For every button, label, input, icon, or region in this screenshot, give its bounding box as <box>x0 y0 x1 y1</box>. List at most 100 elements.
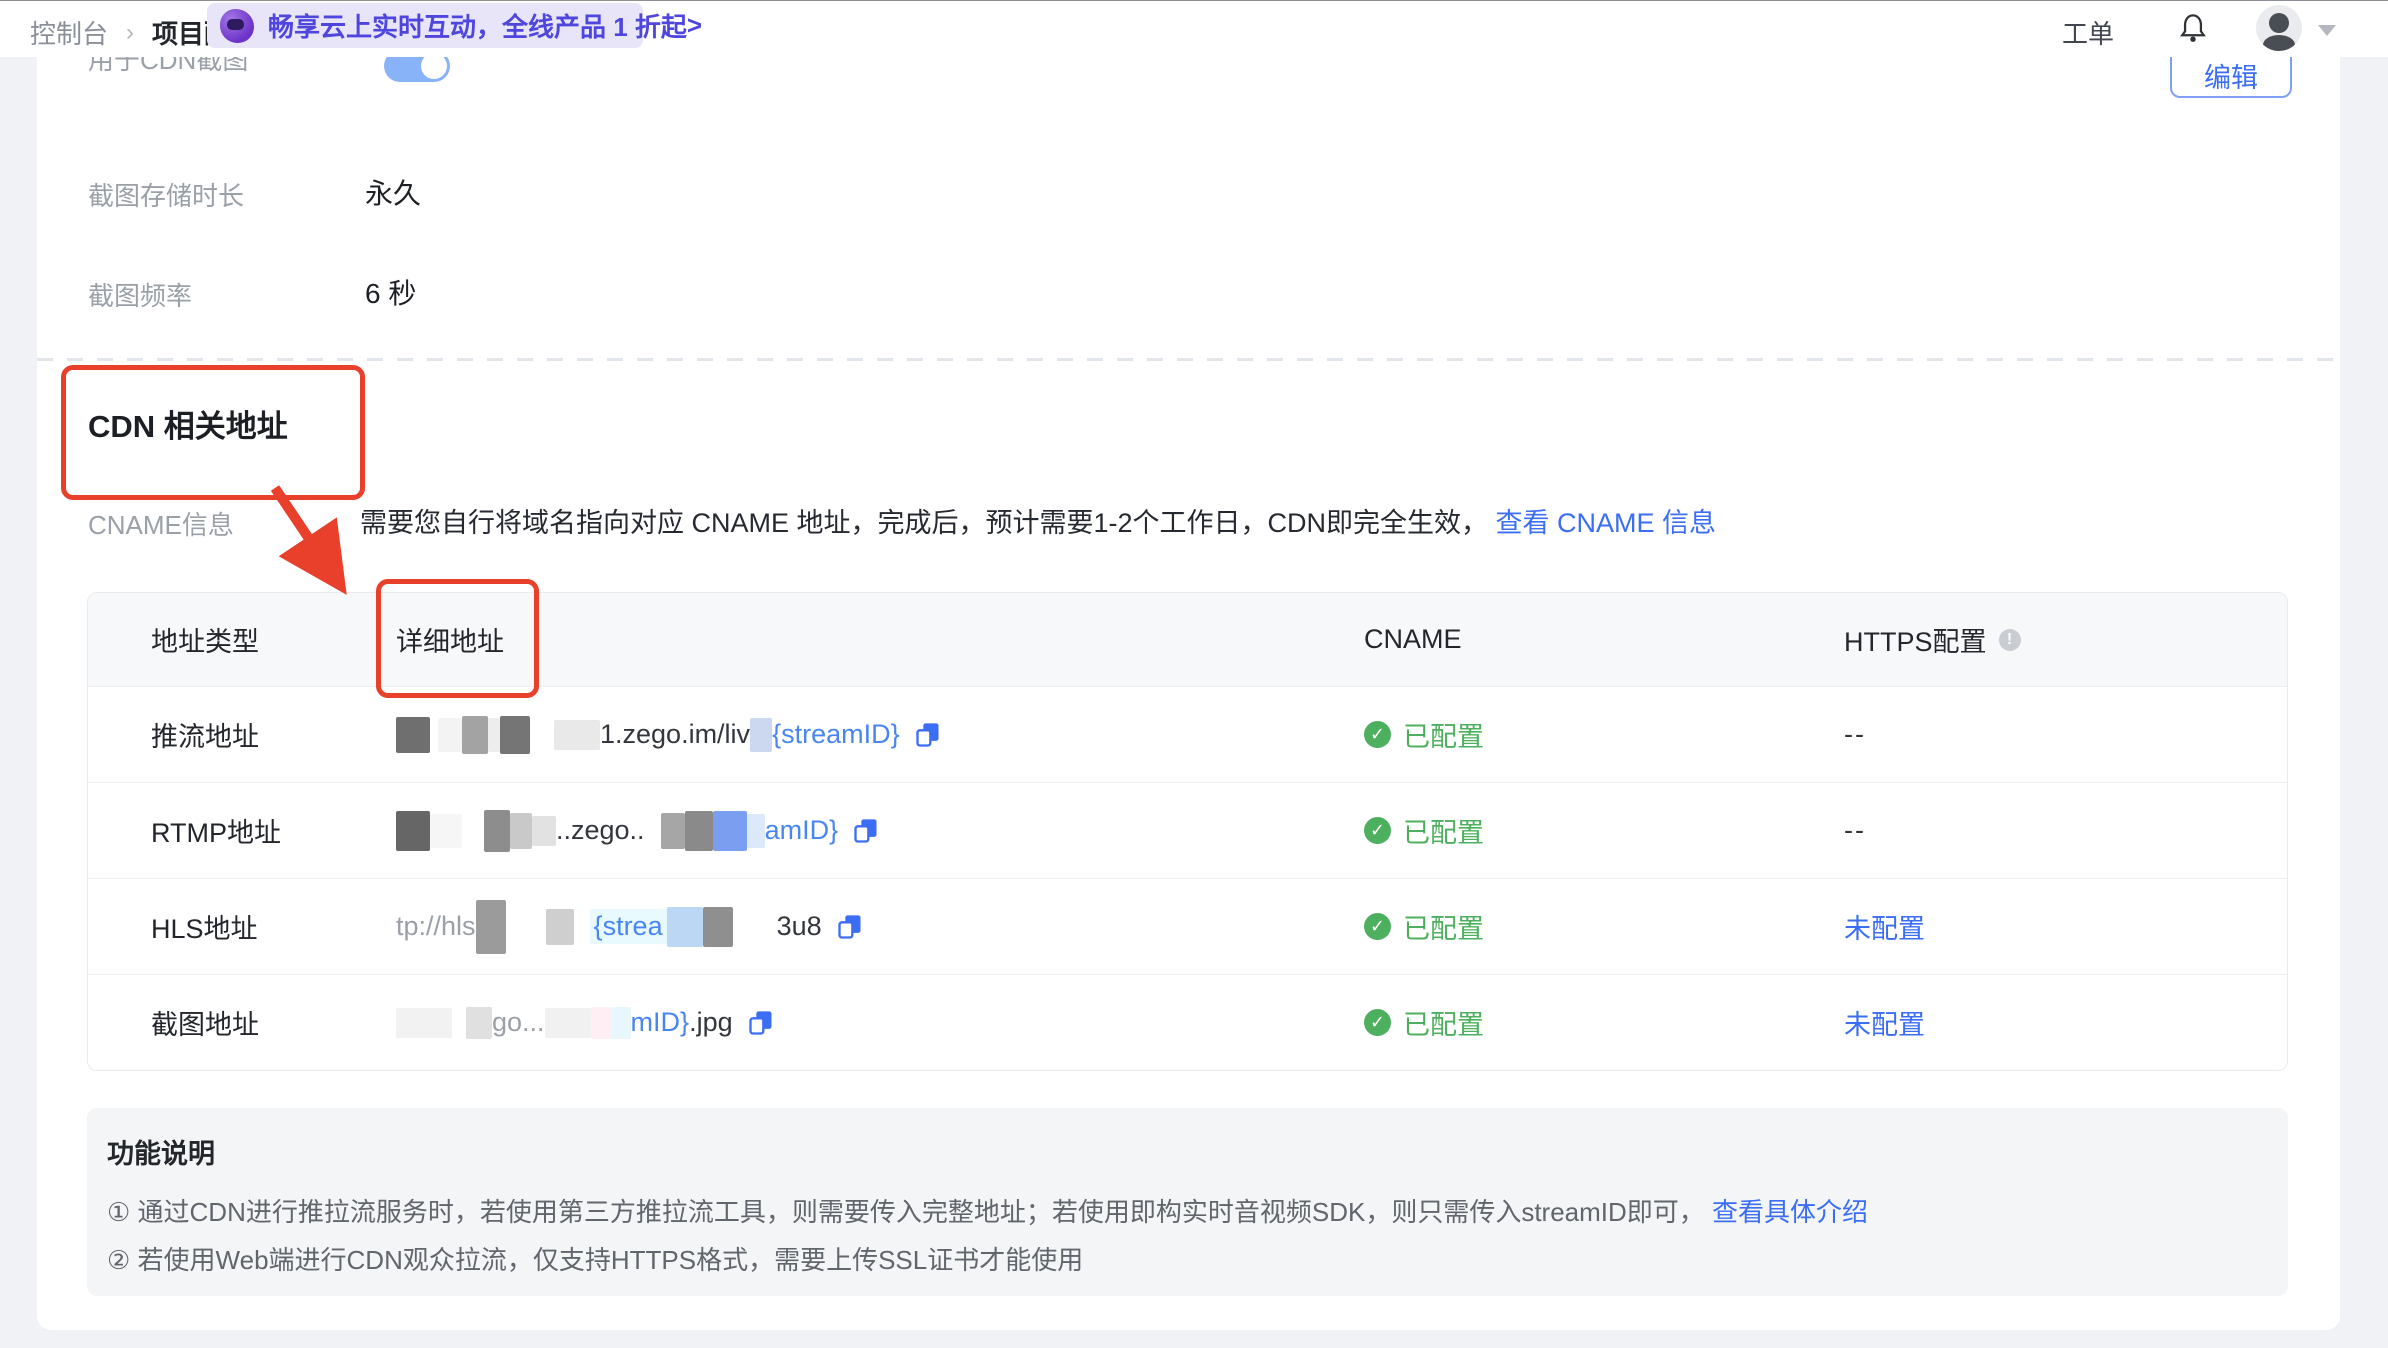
setting-label-screenshot-frequency: 截图频率 <box>88 281 193 311</box>
row-cname-status: ✓ 已配置 <box>1301 715 1781 754</box>
cdn-section-title: CDN 相关地址 <box>88 409 288 444</box>
url-stream-var: mID} <box>630 1007 690 1037</box>
row-cname-status: ✓ 已配置 <box>1301 811 1781 850</box>
row-detail-url: tp://hls {strea 3u8 <box>333 899 1301 954</box>
header-cname: CNAME <box>1364 624 1462 654</box>
redaction-block <box>438 717 462 752</box>
feature-notes-box: 功能说明 ① 通过CDN进行推拉流服务时，若使用第三方推拉流工具，则需要传入完整… <box>87 1108 2288 1296</box>
row-cname-status: ✓ 已配置 <box>1301 907 1781 946</box>
header-address-type: 地址类型 <box>151 627 259 657</box>
copy-icon[interactable] <box>914 721 942 749</box>
url-fragment: tp://hls <box>396 911 476 941</box>
redaction-block <box>554 719 600 750</box>
redaction-block <box>544 1007 591 1038</box>
redaction-block <box>750 717 773 752</box>
dashed-divider <box>37 358 2340 361</box>
redaction-block <box>712 810 747 851</box>
avatar-head <box>2269 13 2289 33</box>
setting-label-storage-duration: 截图存储时长 <box>88 181 245 211</box>
https-configure-link[interactable]: 未配置 <box>1844 1003 1925 1042</box>
url-fragment: ..zego.. <box>556 815 645 845</box>
row-type: HLS地址 <box>151 914 258 944</box>
row-https-status: 未配置 <box>1781 1003 2287 1042</box>
promo-banner[interactable]: 畅享云上实时互动，全线产品 1 折起 > <box>207 3 702 48</box>
cname-info-label: CNAME信息 <box>88 510 234 540</box>
redaction-block <box>430 813 462 848</box>
setting-value-storage-duration: 永久 <box>365 178 422 209</box>
redaction-block <box>466 1006 492 1039</box>
row-type: RTMP地址 <box>151 818 282 848</box>
ticket-link[interactable]: 工单 <box>2062 14 2114 51</box>
row-https-status: -- <box>1844 815 1866 845</box>
green-check-icon: ✓ <box>1364 913 1391 940</box>
redaction-block <box>396 810 430 851</box>
redaction-block <box>396 1007 452 1038</box>
url-tail: .jpg <box>689 1007 733 1037</box>
redaction-block <box>545 908 574 945</box>
redaction-block <box>590 1006 611 1039</box>
row-https-status: -- <box>1844 719 1866 749</box>
cname-desc-text: 需要您自行将域名指向对应 CNAME 地址，完成后，预计需要1-2个工作日，CD… <box>360 508 1489 538</box>
url-stream-var: {strea <box>589 909 667 944</box>
header-https-config: HTTPS配置 ! <box>1781 620 2287 659</box>
topbar: 控制台 › 项目配置 畅享云上实时互动，全线产品 1 折起 > 工单 <box>0 0 2388 57</box>
redaction-block <box>510 812 532 849</box>
redaction-block <box>702 906 733 947</box>
https-configure-link[interactable]: 未配置 <box>1844 907 1925 946</box>
redaction-block <box>746 813 765 848</box>
table-row: RTMP地址 ..zego.. amID} ✓ 已配置 -- <box>88 782 2287 878</box>
view-details-link[interactable]: 查看具体介绍 <box>1712 1197 1868 1227</box>
copy-icon[interactable] <box>747 1009 775 1037</box>
redaction-block <box>462 715 488 754</box>
cdn-address-table: 地址类型 详细地址 CNAME HTTPS配置 ! 推流地址 1.zego.im… <box>87 592 2288 1071</box>
chevron-down-icon[interactable] <box>2318 25 2336 36</box>
cname-description: 需要您自行将域名指向对应 CNAME 地址，完成后，预计需要1-2个工作日，CD… <box>360 501 1716 540</box>
redaction-block <box>488 717 500 752</box>
view-cname-link[interactable]: 查看 CNAME 信息 <box>1496 508 1717 538</box>
url-fragment: 1.zego.im/liv <box>600 719 751 749</box>
green-check-icon: ✓ <box>1364 721 1391 748</box>
redaction-block <box>532 815 556 846</box>
table-row: 截图地址 go... mID} .jpg ✓ 已配置 未配置 <box>88 974 2287 1070</box>
notes-line-1: ① 通过CDN进行推拉流服务时，若使用第三方推拉流工具，则需要传入完整地址；若使… <box>107 1197 1869 1227</box>
notes-line-2: ② 若使用Web端进行CDN观众拉流，仅支持HTTPS格式，需要上传SSL证书才… <box>107 1245 1084 1275</box>
notification-bell-icon[interactable] <box>2176 11 2210 47</box>
row-detail-url: ..zego.. amID} <box>333 809 1301 852</box>
redaction-block <box>475 899 506 954</box>
row-https-status: 未配置 <box>1781 907 2287 946</box>
notes-title: 功能说明 <box>107 1139 215 1169</box>
copy-icon[interactable] <box>852 817 880 845</box>
row-type: 推流地址 <box>151 722 259 752</box>
redaction-block <box>660 812 685 849</box>
row-cname-status: ✓ 已配置 <box>1301 1003 1781 1042</box>
redaction-block <box>500 715 530 754</box>
redaction-block <box>484 809 510 852</box>
url-stream-var: amID} <box>764 815 839 845</box>
row-detail-url: go... mID} .jpg <box>333 1006 1301 1039</box>
setting-value-screenshot-frequency: 6 秒 <box>365 278 417 309</box>
url-fragment: go... <box>492 1007 545 1037</box>
chevron-right-icon: › <box>126 18 135 46</box>
redaction-block <box>684 810 713 851</box>
copy-icon[interactable] <box>836 913 864 941</box>
avatar-body <box>2263 35 2295 51</box>
url-tail: 3u8 <box>776 911 822 941</box>
redaction-block <box>610 1006 631 1039</box>
info-exclamation-icon[interactable]: ! <box>1998 628 2021 651</box>
table-row: 推流地址 1.zego.im/liv {streamID} ✓ 已配置 -- <box>88 686 2287 782</box>
avatar[interactable] <box>2256 5 2302 51</box>
green-check-icon: ✓ <box>1364 1009 1391 1036</box>
header-detail-address: 详细地址 <box>396 627 504 657</box>
row-detail-url: 1.zego.im/liv {streamID} <box>333 715 1301 754</box>
redaction-block <box>396 716 430 753</box>
breadcrumb-console[interactable]: 控制台 <box>30 14 108 51</box>
mascot-icon <box>220 8 254 43</box>
redaction-block <box>666 906 703 947</box>
green-check-icon: ✓ <box>1364 817 1391 844</box>
row-type: 截图地址 <box>151 1010 259 1040</box>
table-row: HLS地址 tp://hls {strea 3u8 ✓ 已配置 未配置 <box>88 878 2287 974</box>
url-stream-var: {streamID} <box>772 719 900 749</box>
promo-banner-text: 畅享云上实时互动，全线产品 1 折起 <box>268 12 687 42</box>
promo-banner-arrow: > <box>686 10 703 40</box>
table-header-row: 地址类型 详细地址 CNAME HTTPS配置 ! <box>88 593 2287 686</box>
